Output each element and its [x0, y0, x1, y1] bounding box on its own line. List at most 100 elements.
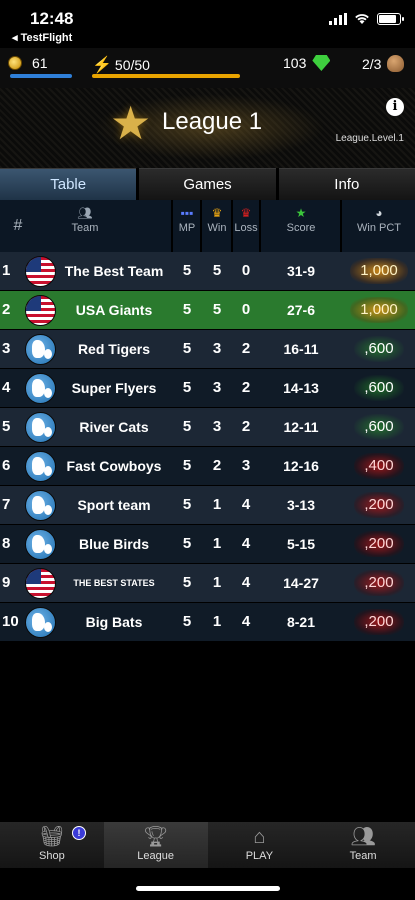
loss-cell: 4 — [241, 496, 251, 513]
loss-cell: 0 — [241, 262, 251, 279]
league-title: League 1 — [162, 108, 263, 135]
globe-icon — [25, 490, 56, 521]
table-row[interactable]: 1 The Best Team 5 5 0 31-9 1,000 — [0, 252, 415, 291]
balls-counter[interactable]: 2/3 — [362, 55, 405, 72]
resource-bar: 61 ⚡ 50/50 103 2/3 — [0, 48, 415, 88]
win-pct-value: 1,000 — [350, 258, 408, 284]
table-row[interactable]: 9 THE BEST STATES 5 1 4 14-27 ,200 — [0, 564, 415, 603]
table-row[interactable]: 4 Super Flyers 5 3 2 14-13 ,600 — [0, 369, 415, 408]
loss-cell: 2 — [241, 418, 251, 435]
tab-info[interactable]: Info — [278, 168, 415, 200]
league-tabs: Table Games Info — [0, 168, 415, 200]
win-pct-cell: 1,000 — [343, 291, 415, 329]
score-cell: 12-11 — [283, 419, 319, 435]
nav-shop[interactable]: 🧺︎ Shop ! — [0, 822, 104, 868]
win-cell: 1 — [212, 574, 222, 591]
tab-games[interactable]: Games — [139, 168, 276, 200]
score-cell: 27-6 — [286, 302, 316, 318]
loss-cell: 4 — [241, 535, 251, 552]
home-indicator[interactable] — [136, 886, 280, 891]
score-cell: 5-15 — [286, 536, 316, 552]
mp-cell: 5 — [182, 418, 192, 435]
back-to-testflight-link[interactable]: ◂ TestFlight — [12, 31, 72, 44]
signal-icon — [329, 13, 347, 25]
mp-cell: 5 — [182, 457, 192, 474]
loss-cell: 2 — [241, 379, 251, 396]
win-pct-cell: ,600 — [343, 330, 415, 368]
win-cell: 5 — [212, 301, 222, 318]
globe-icon — [25, 451, 56, 482]
mp-header: ▪▪▪ MP — [174, 200, 200, 252]
coins-counter[interactable]: 61 — [8, 55, 48, 71]
pie-chart-icon: ◕ — [375, 206, 383, 220]
mp-cell: 5 — [182, 613, 192, 630]
globe-icon — [25, 412, 56, 443]
win-cell: 3 — [212, 418, 222, 435]
battery-icon — [377, 13, 404, 25]
win-pct-value: ,200 — [354, 609, 404, 635]
players-icon: 👥︎ — [350, 826, 376, 848]
score-cell: 8-21 — [286, 614, 316, 630]
mp-cell: 5 — [182, 496, 192, 513]
loss-cell: 2 — [241, 340, 251, 357]
energy-value: 50/50 — [114, 57, 150, 73]
score-header: ★ Score — [262, 200, 340, 252]
nav-play[interactable]: ⌂ PLAY — [208, 822, 312, 868]
loss-cell: 3 — [241, 457, 251, 474]
globe-icon — [25, 373, 56, 404]
table-row[interactable]: 3 Red Tigers 5 3 2 16-11 ,600 — [0, 330, 415, 369]
win-cell: 1 — [212, 496, 222, 513]
win-cell: 5 — [212, 262, 222, 279]
mp-cell: 5 — [182, 262, 192, 279]
score-cell: 12-16 — [283, 458, 319, 474]
table-row[interactable]: 7 Sport team 5 1 4 3-13 ,200 — [0, 486, 415, 525]
rank-cell: 4 — [2, 379, 11, 396]
table-row[interactable]: 8 Blue Birds 5 1 4 5-15 ,200 — [0, 525, 415, 564]
team-name: River Cats — [79, 419, 149, 435]
nav-team[interactable]: 👥︎ Team — [311, 822, 415, 868]
nav-league-label: League — [137, 850, 174, 862]
win-header: ♛ Win — [203, 200, 231, 252]
score-cell: 14-13 — [283, 380, 319, 396]
table-row[interactable]: 10 Big Bats 5 1 4 8-21 ,200 — [0, 603, 415, 642]
clock: 12:48 — [30, 9, 74, 28]
win-pct-cell: ,400 — [343, 447, 415, 485]
win-pct-cell: ,200 — [343, 564, 415, 602]
tab-table[interactable]: Table — [0, 168, 137, 200]
loss-header: ♛ Loss — [234, 206, 258, 234]
win-pct-cell: ,200 — [343, 486, 415, 524]
table-row[interactable]: 6 Fast Cowboys 5 2 3 12-16 ,400 — [0, 447, 415, 486]
team-icon: 👥︎ — [77, 206, 93, 220]
loss-cell: 4 — [241, 613, 251, 630]
energy-counter[interactable]: ⚡ 50/50 — [92, 55, 150, 75]
star-icon: ★ — [110, 97, 152, 149]
win-cell: 1 — [212, 535, 222, 552]
nav-team-label: Team — [349, 850, 377, 862]
score-cell: 16-11 — [283, 341, 319, 357]
balls-value: 2/3 — [362, 55, 382, 72]
baseball-glove-icon — [387, 55, 405, 72]
win-pct-cell: ,600 — [343, 369, 415, 407]
status-bar: 12:48 ◂ TestFlight — [0, 0, 415, 48]
table-row[interactable]: 2 USA Giants 5 5 0 27-6 1,000 — [0, 291, 415, 330]
gems-value: 103 — [283, 55, 307, 71]
win-pct-value: ,200 — [354, 492, 404, 518]
loss-cell: 4 — [241, 574, 251, 591]
info-icon[interactable]: i — [386, 98, 404, 116]
team-name: Blue Birds — [78, 536, 149, 552]
team-name: Fast Cowboys — [66, 458, 162, 474]
rank-cell: 9 — [2, 574, 11, 591]
score-cell: 31-9 — [286, 263, 316, 279]
win-pct-cell: ,200 — [343, 525, 415, 563]
win-pct-value: 1,000 — [350, 297, 408, 323]
win-pct-value: ,600 — [354, 414, 404, 440]
nav-league[interactable]: 🏆︎ League — [103, 822, 208, 868]
mp-cell: 5 — [182, 301, 192, 318]
gems-counter[interactable]: 103 — [283, 55, 331, 71]
rank-cell: 5 — [2, 418, 11, 435]
globe-icon — [25, 607, 56, 638]
mp-cell: 5 — [182, 574, 192, 591]
pct-header: ◕ Win PCT — [343, 200, 415, 252]
table-row[interactable]: 5 River Cats 5 3 2 12-11 ,600 — [0, 408, 415, 447]
coins-value: 61 — [32, 55, 48, 71]
